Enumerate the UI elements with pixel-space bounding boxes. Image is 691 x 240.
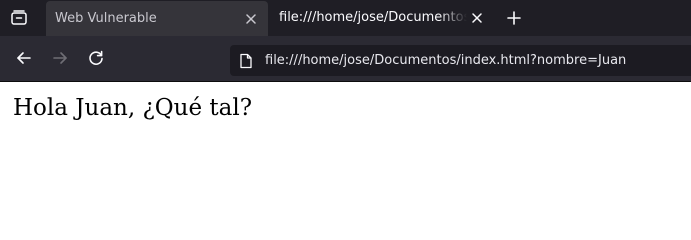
plus-icon[interactable] xyxy=(505,9,523,27)
url-bar[interactable]: file:///home/jose/Documentos/index.html?… xyxy=(230,45,691,76)
close-icon[interactable] xyxy=(470,11,484,25)
greeting-text: Hola Juan, ¿Qué tal? xyxy=(13,95,253,121)
tab-title: file:///home/jose/Documentos/index.html?… xyxy=(279,10,467,25)
url-text[interactable]: file:///home/jose/Documentos/index.html?… xyxy=(265,53,626,69)
tab-list-icon[interactable] xyxy=(10,9,28,27)
close-icon[interactable] xyxy=(244,12,258,26)
navigation-toolbar: file:///home/jose/Documentos/index.html?… xyxy=(0,36,691,82)
page-icon[interactable] xyxy=(239,53,253,69)
page-content: Hola Juan, ¿Qué tal? xyxy=(0,82,691,231)
tab-web-vulnerable[interactable]: Web Vulnerable xyxy=(46,1,268,36)
back-arrow-icon[interactable] xyxy=(15,49,33,67)
tab-title: Web Vulnerable xyxy=(55,11,157,26)
tab-bar: Web Vulnerable file:///home/jose/Documen… xyxy=(0,0,691,36)
tab-index-html[interactable]: file:///home/jose/Documentos/index.html?… xyxy=(270,0,492,36)
forward-arrow-icon[interactable] xyxy=(51,49,69,67)
reload-icon[interactable] xyxy=(87,49,105,67)
